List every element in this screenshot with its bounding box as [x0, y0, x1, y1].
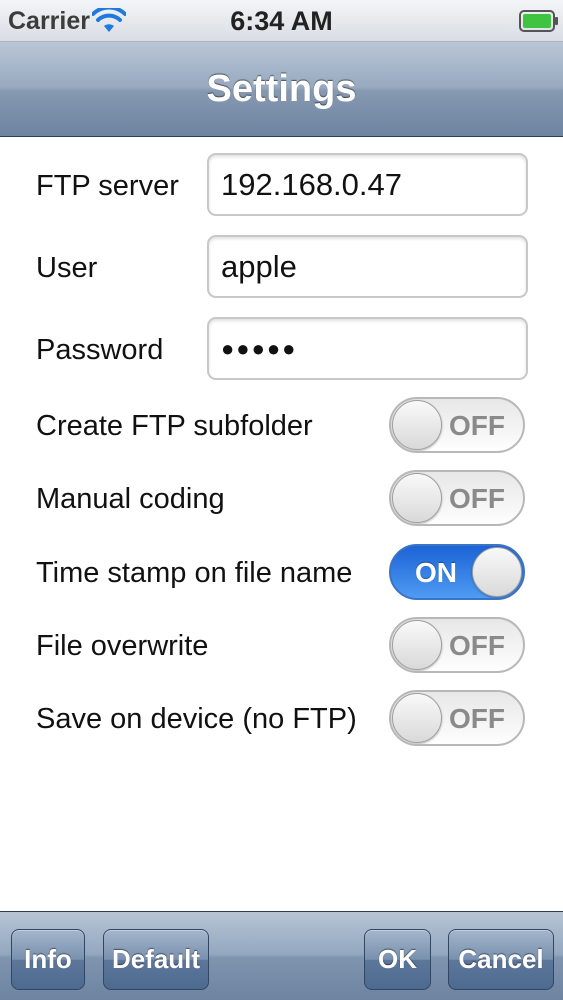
create-ftp-subfolder-label: Create FTP subfolder	[36, 410, 313, 442]
ok-button[interactable]: OK	[364, 929, 431, 990]
user-label: User	[36, 252, 98, 284]
file-overwrite-switch[interactable]: OFF	[389, 617, 525, 673]
status-time: 6:34 AM	[230, 6, 333, 36]
switch-knob	[392, 620, 442, 670]
ftp-server-label: FTP server	[36, 170, 179, 202]
switch-state-text: OFF	[449, 410, 505, 441]
battery-icon	[519, 10, 558, 32]
switch-state-text: OFF	[449, 483, 505, 514]
manual-coding-switch[interactable]: OFF	[389, 470, 525, 526]
switch-knob	[392, 473, 442, 523]
ftp-server-input[interactable]	[207, 153, 528, 216]
switch-knob	[472, 547, 522, 597]
save-on-device-label: Save on device (no FTP)	[36, 703, 357, 735]
default-button[interactable]: Default	[103, 929, 209, 990]
switch-knob	[392, 400, 442, 450]
switch-state-text: ON	[415, 557, 457, 588]
nav-bar: Settings	[0, 42, 563, 137]
switch-knob	[392, 693, 442, 743]
user-input[interactable]	[207, 235, 528, 298]
create-ftp-subfolder-switch[interactable]: OFF	[389, 397, 525, 453]
status-bar: Carrier 6:34 AM	[0, 0, 563, 42]
password-label: Password	[36, 334, 164, 366]
time-stamp-label: Time stamp on file name	[36, 557, 353, 589]
save-on-device-switch[interactable]: OFF	[389, 690, 525, 746]
password-input[interactable]: ●●●●●	[207, 317, 528, 380]
file-overwrite-label: File overwrite	[36, 630, 209, 662]
manual-coding-label: Manual coding	[36, 483, 225, 515]
info-button[interactable]: Info	[11, 929, 85, 990]
switch-state-text: OFF	[449, 703, 505, 734]
cancel-button[interactable]: Cancel	[448, 929, 554, 990]
bottom-toolbar: Info Default OK Cancel	[0, 911, 563, 1000]
switch-state-text: OFF	[449, 630, 505, 661]
time-stamp-switch[interactable]: ON	[389, 544, 525, 600]
page-title: Settings	[206, 68, 357, 110]
